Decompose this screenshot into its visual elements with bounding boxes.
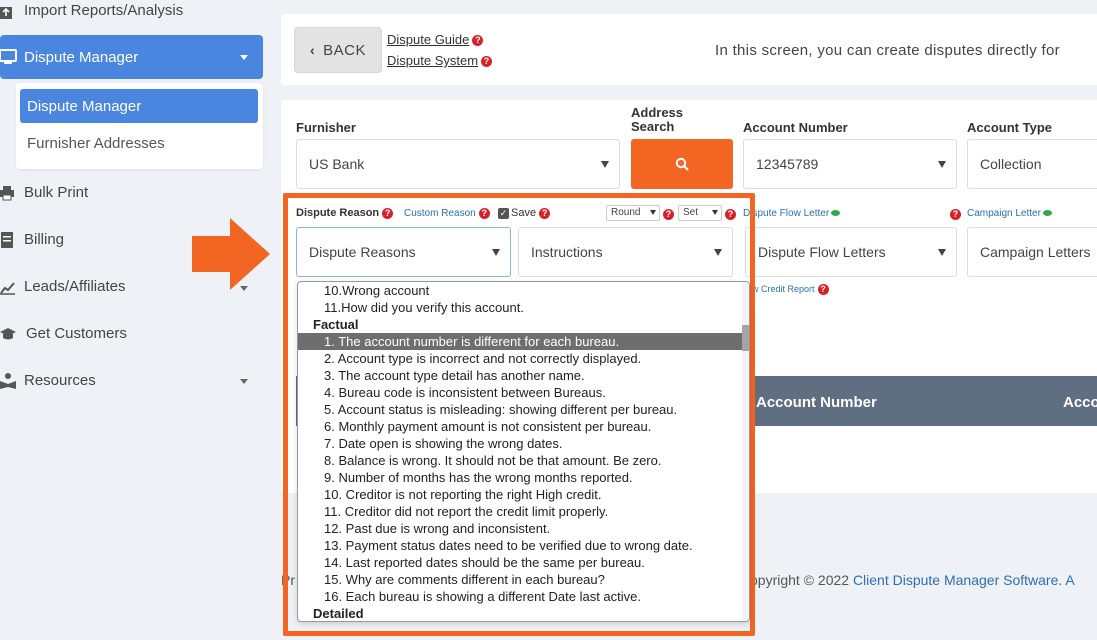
dropdown-group-label: Factual [313,317,359,332]
furnisher-label: Furnisher [296,120,356,135]
address-search-label-line2: Search [631,119,675,134]
dropdown-option[interactable]: 14. Last reported dates should be the sa… [298,554,744,571]
graduation-cap-icon [0,326,16,342]
dropdown-arrow-icon [938,249,946,256]
header-card: ‹ BACK Dispute Guide? Dispute System? In… [281,14,1097,85]
address-search-label-line1: Address [631,105,684,120]
invoice-icon [0,231,16,248]
column-header-account-number[interactable]: Account Number [756,394,877,411]
sidebar-item-label: Resources [24,372,96,389]
sidebar-item-label: Get Customers [26,325,127,342]
sidebar-item-get-customers[interactable]: Get Customers [0,325,127,342]
back-button[interactable]: ‹ BACK [294,27,382,73]
view-credit-report-link[interactable]: ew Credit Report? [747,284,829,296]
account-type-label: Account Type [967,120,1052,135]
dropdown-option[interactable]: 5. Account status is misleading: showing… [298,401,744,418]
sidebar-item-resources[interactable]: Resources [0,372,96,389]
sidebar-item-dispute-manager[interactable]: Dispute Manager [0,35,263,79]
dropdown-option[interactable]: 16. Each bureau is showing a different D… [298,588,744,605]
eye-icon[interactable] [1042,210,1052,217]
arrow-right-icon [192,218,270,290]
dispute-flow-letters-value: Dispute Flow Letters [758,244,886,260]
submenu-item-furnisher-addresses[interactable]: Furnisher Addresses [27,135,165,152]
account-number-value: 12345789 [756,156,819,172]
printer-icon [0,185,16,201]
sidebar-item-label: Bulk Print [24,184,89,201]
dropdown-option[interactable]: 11.How did you verify this account. [298,299,744,316]
upload-icon [0,3,16,19]
sidebar-item-billing[interactable]: Billing [0,231,64,248]
search-icon [675,157,689,171]
address-search-label: Address Search [631,106,683,134]
furnisher-value: US Bank [309,156,365,172]
help-icon[interactable]: ? [817,284,829,296]
submenu-item-dispute-manager[interactable]: Dispute Manager [20,89,258,123]
dropdown-option[interactable]: 3. The account type detail has another n… [298,367,744,384]
account-number-label: Account Number [743,120,848,135]
help-icon[interactable]: ? [472,35,484,47]
dispute-guide-link[interactable]: Dispute Guide? [387,32,484,47]
dropdown-option[interactable]: 11. Creditor did not report the credit l… [298,503,744,520]
book-reader-icon [0,372,16,389]
dropdown-arrow-icon [938,161,946,168]
dropdown-option[interactable]: 9. Number of months has the wrong months… [298,469,744,486]
dropdown-list: 10.Wrong account 11.How did you verify th… [298,282,744,621]
dropdown-option[interactable]: 6. Monthly payment amount is not consist… [298,418,744,435]
help-icon[interactable]: ? [950,209,961,220]
back-button-label: BACK [323,41,367,59]
dispute-system-label: Dispute System [387,53,479,68]
dropdown-scrollbar[interactable] [742,282,749,621]
campaign-letters-value: Campaign Letters [980,244,1091,260]
dropdown-arrow-icon [601,161,609,168]
account-type-select[interactable]: Collection [967,139,1097,189]
dispute-system-link[interactable]: Dispute System? [387,53,493,68]
dispute-flow-letters-select[interactable]: Dispute Flow Letters [745,227,957,277]
account-type-value: Collection [980,156,1042,172]
sidebar-item-label: Import Reports/Analysis [24,2,184,19]
dispute-reasons-dropdown[interactable]: 10.Wrong account 11.How did you verify th… [297,281,750,622]
chevron-down-icon [240,379,248,384]
dispute-flow-letter-label: Dispute Flow Letter [743,208,841,219]
dropdown-option[interactable]: 13. Payment status dates need to be veri… [298,537,744,554]
dropdown-group-label: Detailed [313,606,364,621]
address-search-button[interactable] [631,139,733,189]
account-number-select[interactable]: 12345789 [743,139,957,189]
chart-line-icon [0,279,16,295]
sidebar-item-label: Dispute Manager [24,48,139,66]
campaign-letter-label: Campaign Letter [967,208,1052,219]
dropdown-option[interactable]: 4. Bureau code is inconsistent between B… [298,384,744,401]
dropdown-option[interactable]: 8. Balance is wrong. It should not be th… [298,452,744,469]
dropdown-option[interactable]: 10. Creditor is not reporting the right … [298,486,744,503]
chevron-left-icon: ‹ [309,42,316,58]
sidebar-item-import-reports[interactable]: Import Reports/Analysis [0,2,183,19]
brand-link[interactable]: Client Dispute Manager Software. A [853,572,1075,588]
monitor-icon [0,48,18,66]
sidebar-item-label: Billing [24,231,65,248]
dropdown-option[interactable]: 7. Date open is showing the wrong dates. [298,435,744,452]
dropdown-option[interactable]: 10.Wrong account [298,282,744,299]
campaign-letters-select[interactable]: Campaign Letters [967,227,1097,277]
dropdown-option[interactable]: 2. Account type is incorrect and not cor… [298,350,744,367]
dropdown-option[interactable]: 15. Why are comments different in each b… [298,571,744,588]
sidebar-item-bulk-print[interactable]: Bulk Print [0,184,88,201]
furnisher-select[interactable]: US Bank [296,139,620,189]
help-icon[interactable]: ? [481,56,493,68]
dispute-flow-letter-text: Dispute Flow Letter [743,208,830,219]
copyright-text: opyright © 2022 [750,572,853,588]
eye-icon[interactable] [831,210,841,217]
view-credit-report-text: ew Credit Report [747,284,815,294]
campaign-letter-text: Campaign Letter [967,208,1041,219]
intro-text: In this screen, you can create disputes … [715,42,1060,59]
scrollbar-thumb[interactable] [742,325,749,351]
sidebar-submenu: Dispute Manager Furnisher Addresses [16,83,263,169]
dropdown-option[interactable]: 1. The account number is different for e… [298,333,744,350]
dispute-guide-label: Dispute Guide [387,32,470,47]
footer-copyright: opyright © 2022 Client Dispute Manager S… [750,572,1075,588]
sidebar-item-label: Leads/Affiliates [24,278,126,295]
chevron-down-icon [240,55,248,60]
dropdown-option[interactable]: 12. Past due is wrong and inconsistent. [298,520,744,537]
sidebar-item-leads-affiliates[interactable]: Leads/Affiliates [0,278,125,295]
column-header-account-type[interactable]: Acco [1063,394,1097,411]
